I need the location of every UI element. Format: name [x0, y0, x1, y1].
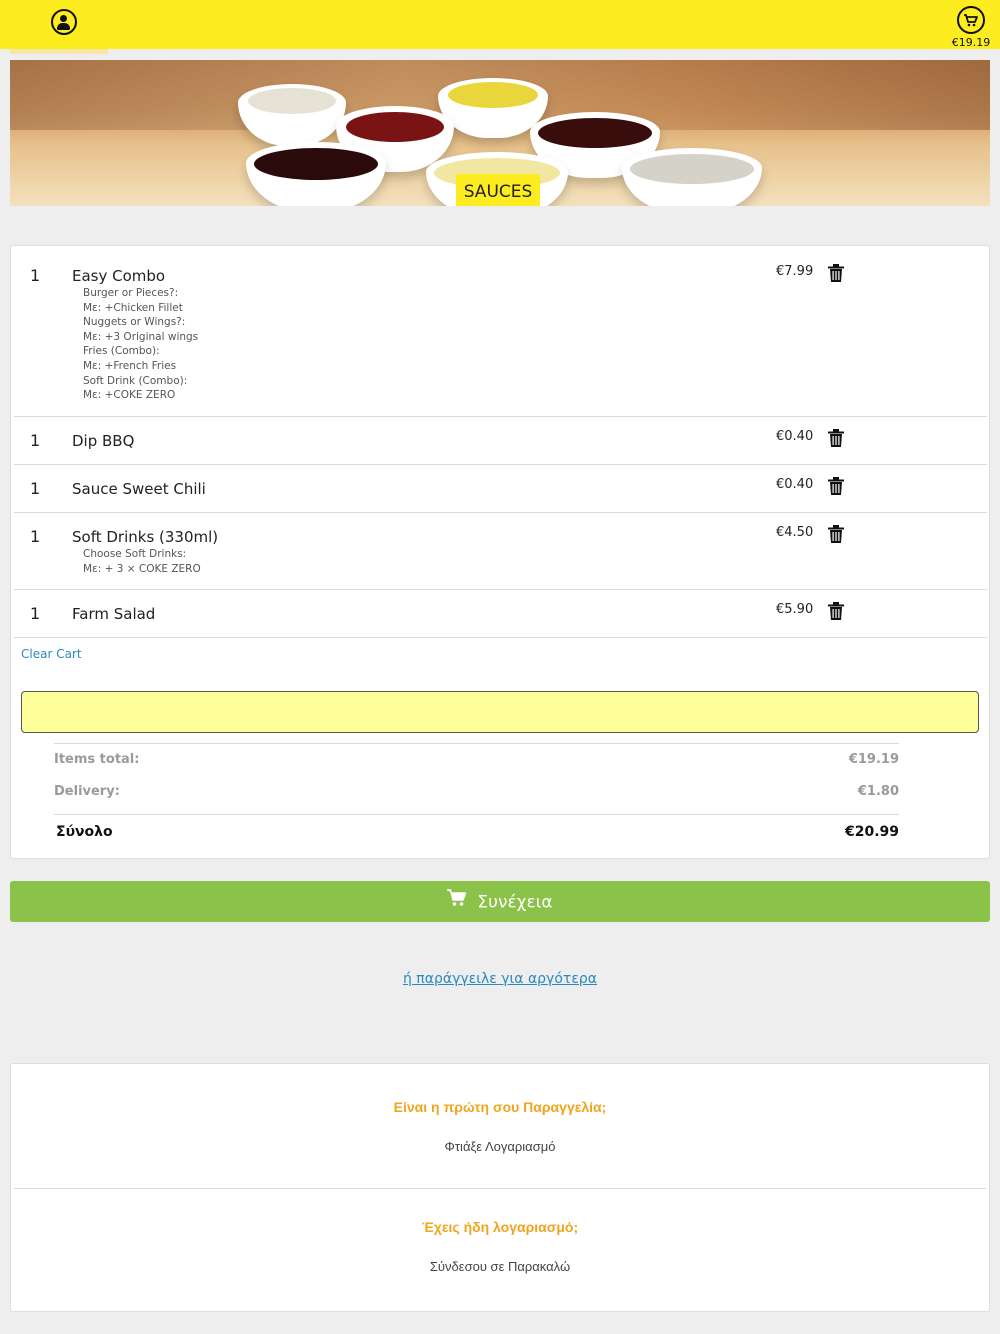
cart-item: 1 Dip BBQ €0.40 — [14, 417, 987, 465]
item-name: Dip BBQ — [72, 432, 135, 450]
item-quantity: 1 — [30, 527, 41, 546]
option-line: Με: +COKE ZERO — [83, 389, 176, 402]
option-line: Fries (Combo): — [83, 345, 160, 358]
items-total-value: €19.19 — [848, 752, 899, 767]
cart-icon[interactable] — [957, 6, 985, 34]
item-name: Easy Combo — [72, 267, 166, 285]
grand-total-value: €20.99 — [844, 824, 899, 840]
category-label: SAUCES — [456, 174, 540, 206]
cart-item: 1 Farm Salad €5.90 — [14, 590, 987, 638]
item-name: Sauce Sweet Chili — [72, 480, 206, 498]
order-later-link[interactable]: ή παράγγειλε για αργότερα — [0, 971, 1000, 987]
delivery-label: Delivery: — [54, 784, 120, 799]
trash-icon[interactable] — [828, 429, 844, 447]
cart-icon — [447, 881, 467, 924]
grand-total-label: Σύνολο — [56, 824, 113, 840]
item-price: €4.50 — [776, 525, 814, 540]
item-price: €5.90 — [776, 602, 814, 617]
option-line: Με: + 3 × COKE ZERO — [83, 562, 201, 575]
trash-icon[interactable] — [828, 525, 844, 543]
item-quantity: 1 — [30, 479, 41, 498]
item-quantity: 1 — [30, 431, 41, 450]
item-quantity: 1 — [30, 266, 41, 285]
cart-total[interactable]: €19.19 — [944, 36, 998, 49]
items-total-label: Items total: — [54, 752, 140, 767]
cart-item: 1 Easy Combo €7.99 Burger or Pieces?: Με… — [14, 246, 987, 417]
item-price: €0.40 — [776, 429, 814, 444]
item-options: Burger or Pieces?: Με: +Chicken Fillet N… — [83, 286, 198, 403]
category-banner: SAUCES — [10, 60, 990, 206]
cart-item: 1 Sauce Sweet Chili €0.40 — [14, 465, 987, 513]
item-name: Soft Drinks (330ml) — [72, 528, 219, 546]
trash-icon[interactable] — [828, 602, 844, 620]
item-options: Choose Soft Drinks: Με: + 3 × COKE ZERO — [83, 547, 201, 576]
option-line: Soft Drink (Combo): — [83, 374, 188, 387]
top-bar: €19.19 — [0, 0, 1000, 49]
continue-button[interactable]: Συνέχεια — [10, 881, 990, 922]
option-line: Με: +French Fries — [83, 359, 177, 372]
logo-tab — [10, 49, 108, 54]
item-price: €7.99 — [776, 264, 814, 279]
continue-label: Συνέχεια — [477, 892, 553, 913]
option-line: Burger or Pieces?: — [83, 287, 179, 299]
user-icon[interactable] — [51, 9, 77, 35]
option-line: Choose Soft Drinks: — [83, 548, 187, 560]
cart-panel: 1 Easy Combo €7.99 Burger or Pieces?: Με… — [10, 245, 990, 859]
existing-account-title: Έχεις ήδη λογαριασμό; — [421, 1219, 579, 1235]
first-order-title: Είναι η πρώτη σου Παραγγελία; — [393, 1099, 607, 1115]
create-account-link[interactable]: Φτιάξε Λογαριασμό — [11, 1139, 989, 1154]
item-quantity: 1 — [30, 604, 41, 623]
clear-cart-link[interactable]: Clear Cart — [21, 647, 82, 661]
coupon-input[interactable] — [21, 691, 979, 733]
delivery-value: €1.80 — [857, 784, 899, 799]
item-name: Farm Salad — [72, 605, 156, 623]
trash-icon[interactable] — [828, 477, 844, 495]
option-line: Nuggets or Wings?: — [83, 316, 186, 329]
trash-icon[interactable] — [828, 264, 844, 282]
option-line: Με: +3 Original wings — [83, 330, 199, 343]
account-panel: Είναι η πρώτη σου Παραγγελία; Φτιάξε Λογ… — [10, 1063, 990, 1312]
login-link[interactable]: Σύνδεσου σε Παρακαλώ — [11, 1259, 989, 1274]
item-price: €0.40 — [776, 477, 814, 492]
cart-item: 1 Soft Drinks (330ml) €4.50 Choose Soft … — [14, 513, 987, 590]
option-line: Με: +Chicken Fillet — [83, 301, 183, 314]
